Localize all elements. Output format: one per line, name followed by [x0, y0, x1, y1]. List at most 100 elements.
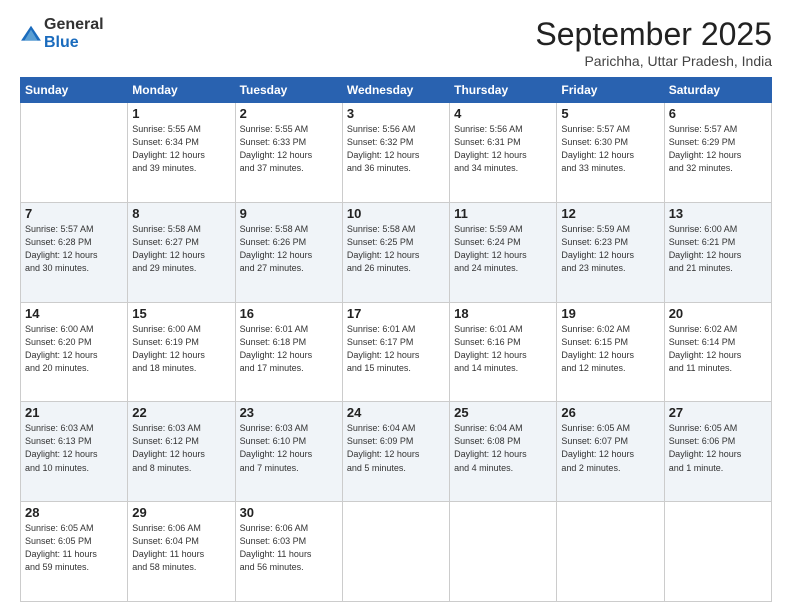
day-info: Sunrise: 6:06 AM Sunset: 6:04 PM Dayligh…	[132, 522, 230, 574]
day-info: Sunrise: 6:05 AM Sunset: 6:06 PM Dayligh…	[669, 422, 767, 474]
calendar-cell: 9 Sunrise: 5:58 AM Sunset: 6:26 PM Daylig…	[235, 202, 342, 302]
calendar-cell: 15 Sunrise: 6:00 AM Sunset: 6:19 PM Dayli…	[128, 302, 235, 402]
day-number: 5	[561, 106, 659, 121]
day-number: 22	[132, 405, 230, 420]
day-info: Sunrise: 5:56 AM Sunset: 6:32 PM Dayligh…	[347, 123, 445, 175]
calendar-cell: 3Sunrise: 5:56 AM Sunset: 6:32 PM Daylig…	[342, 103, 449, 203]
calendar-cell	[450, 502, 557, 602]
day-number: 9	[240, 206, 338, 221]
day-header-sunday: Sunday	[21, 78, 128, 103]
header: General Blue September 2025 Parichha, Ut…	[20, 16, 772, 69]
day-number: 11	[454, 206, 552, 221]
day-number: 26	[561, 405, 659, 420]
day-number: 15	[132, 306, 230, 321]
page: General Blue September 2025 Parichha, Ut…	[0, 0, 792, 612]
calendar-cell: 29Sunrise: 6:06 AM Sunset: 6:04 PM Dayli…	[128, 502, 235, 602]
calendar-cell: 21 Sunrise: 6:03 AM Sunset: 6:13 PM Dayli…	[21, 402, 128, 502]
day-number: 20	[669, 306, 767, 321]
day-info: Sunrise: 5:57 AM Sunset: 6:28 PM Dayligh…	[25, 223, 123, 275]
calendar-cell: 25 Sunrise: 6:04 AM Sunset: 6:08 PM Dayli…	[450, 402, 557, 502]
day-info: Sunrise: 6:01 AM Sunset: 6:17 PM Dayligh…	[347, 323, 445, 375]
day-number: 28	[25, 505, 123, 520]
day-info: Sunrise: 6:03 AM Sunset: 6:10 PM Dayligh…	[240, 422, 338, 474]
calendar-cell	[21, 103, 128, 203]
day-number: 1	[132, 106, 230, 121]
day-number: 12	[561, 206, 659, 221]
day-number: 7	[25, 206, 123, 221]
calendar-cell: 22 Sunrise: 6:03 AM Sunset: 6:12 PM Dayli…	[128, 402, 235, 502]
day-info: Sunrise: 6:01 AM Sunset: 6:18 PM Dayligh…	[240, 323, 338, 375]
day-number: 8	[132, 206, 230, 221]
calendar-week-2: 7 Sunrise: 5:57 AM Sunset: 6:28 PM Daylig…	[21, 202, 772, 302]
logo-text: General Blue	[44, 16, 104, 52]
day-number: 25	[454, 405, 552, 420]
day-info: Sunrise: 5:57 AM Sunset: 6:30 PM Dayligh…	[561, 123, 659, 175]
day-number: 4	[454, 106, 552, 121]
day-header-friday: Friday	[557, 78, 664, 103]
day-info: Sunrise: 5:55 AM Sunset: 6:33 PM Dayligh…	[240, 123, 338, 175]
calendar-cell: 1 Sunrise: 5:55 AM Sunset: 6:34 PM Daylig…	[128, 103, 235, 203]
calendar-cell: 16 Sunrise: 6:01 AM Sunset: 6:18 PM Dayli…	[235, 302, 342, 402]
logo-icon	[20, 23, 42, 45]
day-number: 16	[240, 306, 338, 321]
calendar-cell: 2Sunrise: 5:55 AM Sunset: 6:33 PM Daylig…	[235, 103, 342, 203]
title-area: September 2025 Parichha, Uttar Pradesh, …	[535, 16, 772, 69]
calendar-header-row: SundayMondayTuesdayWednesdayThursdayFrid…	[21, 78, 772, 103]
location: Parichha, Uttar Pradesh, India	[535, 53, 772, 69]
day-info: Sunrise: 6:06 AM Sunset: 6:03 PM Dayligh…	[240, 522, 338, 574]
day-header-tuesday: Tuesday	[235, 78, 342, 103]
logo-blue: Blue	[44, 34, 79, 51]
calendar-cell: 11 Sunrise: 5:59 AM Sunset: 6:24 PM Dayli…	[450, 202, 557, 302]
day-info: Sunrise: 5:58 AM Sunset: 6:26 PM Dayligh…	[240, 223, 338, 275]
calendar-cell: 6 Sunrise: 5:57 AM Sunset: 6:29 PM Daylig…	[664, 103, 771, 203]
day-number: 6	[669, 106, 767, 121]
day-info: Sunrise: 6:03 AM Sunset: 6:12 PM Dayligh…	[132, 422, 230, 474]
day-info: Sunrise: 6:02 AM Sunset: 6:15 PM Dayligh…	[561, 323, 659, 375]
day-number: 17	[347, 306, 445, 321]
day-info: Sunrise: 5:55 AM Sunset: 6:34 PM Dayligh…	[132, 123, 230, 175]
day-info: Sunrise: 5:56 AM Sunset: 6:31 PM Dayligh…	[454, 123, 552, 175]
day-info: Sunrise: 6:00 AM Sunset: 6:20 PM Dayligh…	[25, 323, 123, 375]
day-number: 24	[347, 405, 445, 420]
day-info: Sunrise: 6:01 AM Sunset: 6:16 PM Dayligh…	[454, 323, 552, 375]
calendar-week-5: 28Sunrise: 6:05 AM Sunset: 6:05 PM Dayli…	[21, 502, 772, 602]
day-header-thursday: Thursday	[450, 78, 557, 103]
day-info: Sunrise: 6:00 AM Sunset: 6:19 PM Dayligh…	[132, 323, 230, 375]
day-info: Sunrise: 5:58 AM Sunset: 6:25 PM Dayligh…	[347, 223, 445, 275]
logo-general: General	[44, 16, 104, 33]
calendar-cell: 27 Sunrise: 6:05 AM Sunset: 6:06 PM Dayli…	[664, 402, 771, 502]
calendar-week-1: 1 Sunrise: 5:55 AM Sunset: 6:34 PM Daylig…	[21, 103, 772, 203]
calendar-cell	[664, 502, 771, 602]
calendar-cell	[557, 502, 664, 602]
day-number: 14	[25, 306, 123, 321]
day-number: 21	[25, 405, 123, 420]
calendar: SundayMondayTuesdayWednesdayThursdayFrid…	[20, 77, 772, 602]
day-info: Sunrise: 5:59 AM Sunset: 6:24 PM Dayligh…	[454, 223, 552, 275]
calendar-cell: 20Sunrise: 6:02 AM Sunset: 6:14 PM Dayli…	[664, 302, 771, 402]
day-number: 27	[669, 405, 767, 420]
calendar-cell: 18 Sunrise: 6:01 AM Sunset: 6:16 PM Dayli…	[450, 302, 557, 402]
calendar-cell: 17 Sunrise: 6:01 AM Sunset: 6:17 PM Dayli…	[342, 302, 449, 402]
day-number: 19	[561, 306, 659, 321]
calendar-cell: 24Sunrise: 6:04 AM Sunset: 6:09 PM Dayli…	[342, 402, 449, 502]
calendar-week-4: 21 Sunrise: 6:03 AM Sunset: 6:13 PM Dayli…	[21, 402, 772, 502]
day-info: Sunrise: 6:05 AM Sunset: 6:07 PM Dayligh…	[561, 422, 659, 474]
calendar-cell: 8 Sunrise: 5:58 AM Sunset: 6:27 PM Daylig…	[128, 202, 235, 302]
day-info: Sunrise: 5:59 AM Sunset: 6:23 PM Dayligh…	[561, 223, 659, 275]
day-info: Sunrise: 6:04 AM Sunset: 6:08 PM Dayligh…	[454, 422, 552, 474]
calendar-cell: 30 Sunrise: 6:06 AM Sunset: 6:03 PM Dayli…	[235, 502, 342, 602]
calendar-cell: 5 Sunrise: 5:57 AM Sunset: 6:30 PM Daylig…	[557, 103, 664, 203]
day-header-monday: Monday	[128, 78, 235, 103]
calendar-cell: 23Sunrise: 6:03 AM Sunset: 6:10 PM Dayli…	[235, 402, 342, 502]
calendar-cell: 14 Sunrise: 6:00 AM Sunset: 6:20 PM Dayli…	[21, 302, 128, 402]
day-number: 30	[240, 505, 338, 520]
day-number: 18	[454, 306, 552, 321]
day-info: Sunrise: 6:00 AM Sunset: 6:21 PM Dayligh…	[669, 223, 767, 275]
day-info: Sunrise: 5:58 AM Sunset: 6:27 PM Dayligh…	[132, 223, 230, 275]
calendar-cell: 19 Sunrise: 6:02 AM Sunset: 6:15 PM Dayli…	[557, 302, 664, 402]
logo: General Blue	[20, 16, 104, 52]
calendar-cell: 13Sunrise: 6:00 AM Sunset: 6:21 PM Dayli…	[664, 202, 771, 302]
calendar-cell: 10Sunrise: 5:58 AM Sunset: 6:25 PM Dayli…	[342, 202, 449, 302]
day-info: Sunrise: 6:03 AM Sunset: 6:13 PM Dayligh…	[25, 422, 123, 474]
day-info: Sunrise: 5:57 AM Sunset: 6:29 PM Dayligh…	[669, 123, 767, 175]
